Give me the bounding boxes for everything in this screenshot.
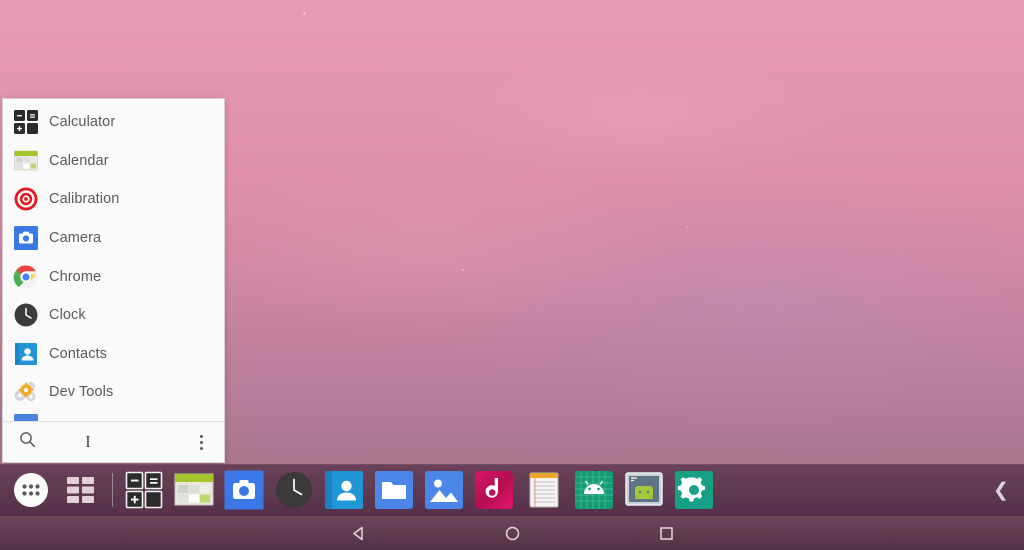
- calculator-icon: [125, 471, 163, 509]
- taskbar-terminal[interactable]: [572, 468, 616, 512]
- app-label: Camera: [49, 230, 102, 247]
- chrome-icon: [13, 264, 39, 290]
- app-label: Calibration: [49, 191, 120, 208]
- camera-icon: [224, 470, 264, 510]
- app-label: Dev Tools: [49, 384, 114, 401]
- app-drawer-search-bar[interactable]: I: [3, 421, 224, 462]
- taskbar-calendar[interactable]: [172, 468, 216, 512]
- nav-back-button[interactable]: [341, 516, 375, 550]
- app-list-item-dev-tools[interactable]: Dev Tools: [3, 373, 224, 412]
- music-note-icon: [475, 471, 513, 509]
- overflow-dot: [199, 440, 203, 444]
- taskbar-remote-android[interactable]: [622, 468, 666, 512]
- all-apps-grid-button[interactable]: [59, 468, 103, 512]
- app-label: Contacts: [49, 345, 108, 362]
- calendar-icon: [174, 473, 214, 506]
- app-list[interactable]: Calculator Calendar Calibration Camera C…: [3, 99, 224, 421]
- notepad-icon: [529, 472, 559, 508]
- chevron-left-icon: ❮: [993, 479, 1009, 501]
- clock-icon: [13, 302, 39, 328]
- recents-square-icon: [659, 526, 673, 540]
- partial-app-icon: [13, 412, 39, 421]
- nav-recents-button[interactable]: [649, 516, 683, 550]
- app-list-item-chrome[interactable]: Chrome: [3, 257, 224, 296]
- gallery-image-icon: [425, 471, 463, 509]
- overflow-menu-icon[interactable]: [184, 422, 218, 462]
- apps-dots-circle-icon: [14, 473, 48, 507]
- folder-icon: [375, 471, 413, 509]
- app-label: Calculator: [49, 114, 116, 131]
- taskbar-files[interactable]: [372, 468, 416, 512]
- calibration-target-icon: [13, 186, 39, 212]
- settings-gear-icon: [675, 471, 713, 509]
- taskbar-music[interactable]: [472, 468, 516, 512]
- clock-icon: [276, 472, 312, 508]
- app-drawer-button[interactable]: [9, 468, 53, 512]
- overflow-dot: [199, 446, 203, 450]
- grid-squares-icon: [67, 477, 94, 503]
- calculator-icon: [13, 109, 39, 135]
- app-list-item-calculator[interactable]: Calculator: [3, 103, 224, 142]
- overflow-dot: [199, 434, 203, 438]
- dev-tools-icon: [13, 379, 39, 405]
- app-list-item-clock[interactable]: Clock: [3, 296, 224, 335]
- taskbar[interactable]: ❮: [0, 464, 1024, 516]
- taskbar-notes[interactable]: [522, 468, 566, 512]
- nav-home-button[interactable]: [495, 516, 529, 550]
- taskbar-gallery[interactable]: [422, 468, 466, 512]
- wallpaper-speck: [303, 12, 306, 15]
- app-list-item-calendar[interactable]: Calendar: [3, 142, 224, 181]
- taskbar-contacts[interactable]: [322, 468, 366, 512]
- app-list-item-partial[interactable]: [3, 412, 224, 421]
- app-list-item-contacts[interactable]: Contacts: [3, 335, 224, 374]
- home-circle-icon: [505, 526, 519, 540]
- app-label: Calendar: [49, 152, 109, 169]
- taskbar-camera[interactable]: [222, 468, 266, 512]
- taskbar-calculator[interactable]: [122, 468, 166, 512]
- taskbar-settings[interactable]: [672, 468, 716, 512]
- calendar-icon: [13, 148, 39, 174]
- android-screen-icon: [625, 472, 663, 506]
- search-icon[interactable]: [19, 431, 36, 453]
- android-grid-icon: [575, 471, 613, 509]
- contacts-icon: [325, 471, 363, 509]
- search-input[interactable]: I: [36, 422, 184, 462]
- app-list-item-calibration[interactable]: Calibration: [3, 180, 224, 219]
- app-list-item-camera[interactable]: Camera: [3, 219, 224, 258]
- camera-icon: [13, 225, 39, 251]
- wallpaper-speck: [462, 269, 464, 271]
- taskbar-clock[interactable]: [272, 468, 316, 512]
- app-label: Clock: [49, 307, 86, 324]
- taskbar-divider: [112, 473, 113, 507]
- android-desktop-screen: Calculator Calendar Calibration Camera C…: [0, 0, 1024, 550]
- taskbar-collapse-button[interactable]: ❮: [988, 464, 1014, 516]
- app-label: Chrome: [49, 268, 102, 285]
- back-triangle-icon: [352, 526, 363, 540]
- android-navigation-bar[interactable]: [0, 516, 1024, 550]
- wallpaper-speck: [686, 226, 688, 228]
- app-drawer-panel[interactable]: Calculator Calendar Calibration Camera C…: [2, 98, 225, 463]
- text-cursor-icon: I: [85, 432, 91, 451]
- contacts-icon: [13, 341, 39, 367]
